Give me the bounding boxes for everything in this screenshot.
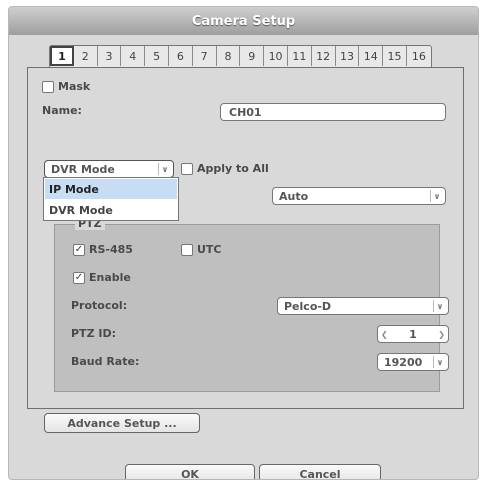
auto-select-value: Auto xyxy=(279,189,309,203)
baud-rate-label: Baud Rate: xyxy=(71,355,140,368)
channel-tab-5[interactable]: 5 xyxy=(145,46,169,66)
decrement-icon[interactable]: ❮ xyxy=(381,330,388,339)
enable-checkbox[interactable]: ✓ xyxy=(73,271,85,284)
rs485-row[interactable]: ✓ RS-485 xyxy=(73,243,133,256)
mask-label: Mask xyxy=(58,80,91,93)
channel-tab-15[interactable]: 15 xyxy=(383,46,407,66)
channel-tab-8[interactable]: 8 xyxy=(217,46,241,66)
increment-icon[interactable]: ❯ xyxy=(438,330,445,339)
channel-tab-3[interactable]: 3 xyxy=(98,46,122,66)
chevron-down-icon: ∨ xyxy=(433,300,446,312)
channel-tab-10[interactable]: 10 xyxy=(264,46,288,66)
rs485-label: RS-485 xyxy=(89,243,133,256)
camera-setup-dialog: Camera Setup 1 2 3 4 5 6 7 8 9 10 11 12 13 14 15 16 Mas… xyxy=(8,6,479,480)
ptz-id-value: 1 xyxy=(409,327,417,341)
name-label: Name: xyxy=(42,104,82,117)
cancel-button[interactable]: Cancel xyxy=(259,464,381,479)
name-input[interactable]: CH01 xyxy=(220,103,446,121)
apply-to-all-label: Apply to All xyxy=(197,162,269,175)
channel-tab-7[interactable]: 7 xyxy=(193,46,217,66)
baud-rate-select[interactable]: 19200 ∨ xyxy=(377,353,449,371)
mode-option-ip[interactable]: IP Mode xyxy=(45,179,177,199)
chevron-down-icon: ∨ xyxy=(433,356,446,368)
channel-tab-13[interactable]: 13 xyxy=(336,46,360,66)
rs485-checkbox[interactable]: ✓ xyxy=(73,243,85,256)
channel-tabs: 1 2 3 4 5 6 7 8 9 10 11 12 13 14 15 16 xyxy=(49,45,432,69)
channel-tab-12[interactable]: 12 xyxy=(312,46,336,66)
advance-setup-button[interactable]: Advance Setup ... xyxy=(44,413,200,433)
ptz-group: PTZ ✓ RS-485 UTC ✓ Enable Protocol: Pelc… xyxy=(54,217,449,392)
enable-label: Enable xyxy=(89,271,131,284)
ptz-id-label: PTZ ID: xyxy=(71,327,116,340)
protocol-label: Protocol: xyxy=(71,299,128,312)
channel-tab-1[interactable]: 1 xyxy=(50,46,74,66)
channel-tab-11[interactable]: 11 xyxy=(288,46,312,66)
mode-option-dvr[interactable]: DVR Mode xyxy=(45,200,177,220)
channel-tab-14[interactable]: 14 xyxy=(359,46,384,66)
protocol-value: Pelco-D xyxy=(284,299,332,313)
baud-rate-value: 19200 xyxy=(384,355,423,369)
mode-dropdown-list: IP Mode DVR Mode xyxy=(43,177,179,221)
ptz-id-stepper[interactable]: ❮ 1 ❯ xyxy=(377,325,449,343)
channel-tab-4[interactable]: 4 xyxy=(121,46,146,66)
dialog-title: Camera Setup xyxy=(9,7,478,35)
mode-select[interactable]: DVR Mode ∨ xyxy=(44,160,174,178)
utc-row[interactable]: UTC xyxy=(181,243,222,256)
enable-row[interactable]: ✓ Enable xyxy=(73,271,131,284)
channel-tab-6[interactable]: 6 xyxy=(169,46,193,66)
settings-panel: Mask Name: CH01 DVR Mode ∨ Apply to All … xyxy=(27,67,464,433)
mask-checkbox[interactable] xyxy=(42,80,54,93)
channel-tab-2[interactable]: 2 xyxy=(74,46,98,66)
utc-checkbox[interactable] xyxy=(181,243,193,256)
mask-row[interactable]: Mask xyxy=(42,80,90,93)
channel-tab-9[interactable]: 9 xyxy=(240,46,265,66)
chevron-down-icon: ∨ xyxy=(430,190,443,202)
mode-select-value: DVR Mode xyxy=(51,162,115,176)
protocol-select[interactable]: Pelco-D ∨ xyxy=(277,297,449,315)
channel-tab-16[interactable]: 16 xyxy=(407,46,431,66)
chevron-down-icon: ∨ xyxy=(158,163,171,175)
apply-to-all-checkbox[interactable] xyxy=(181,162,193,175)
ok-button[interactable]: OK xyxy=(125,464,255,479)
utc-label: UTC xyxy=(197,243,222,256)
apply-to-all-row[interactable]: Apply to All xyxy=(181,162,269,175)
auto-select[interactable]: Auto ∨ xyxy=(272,187,446,205)
